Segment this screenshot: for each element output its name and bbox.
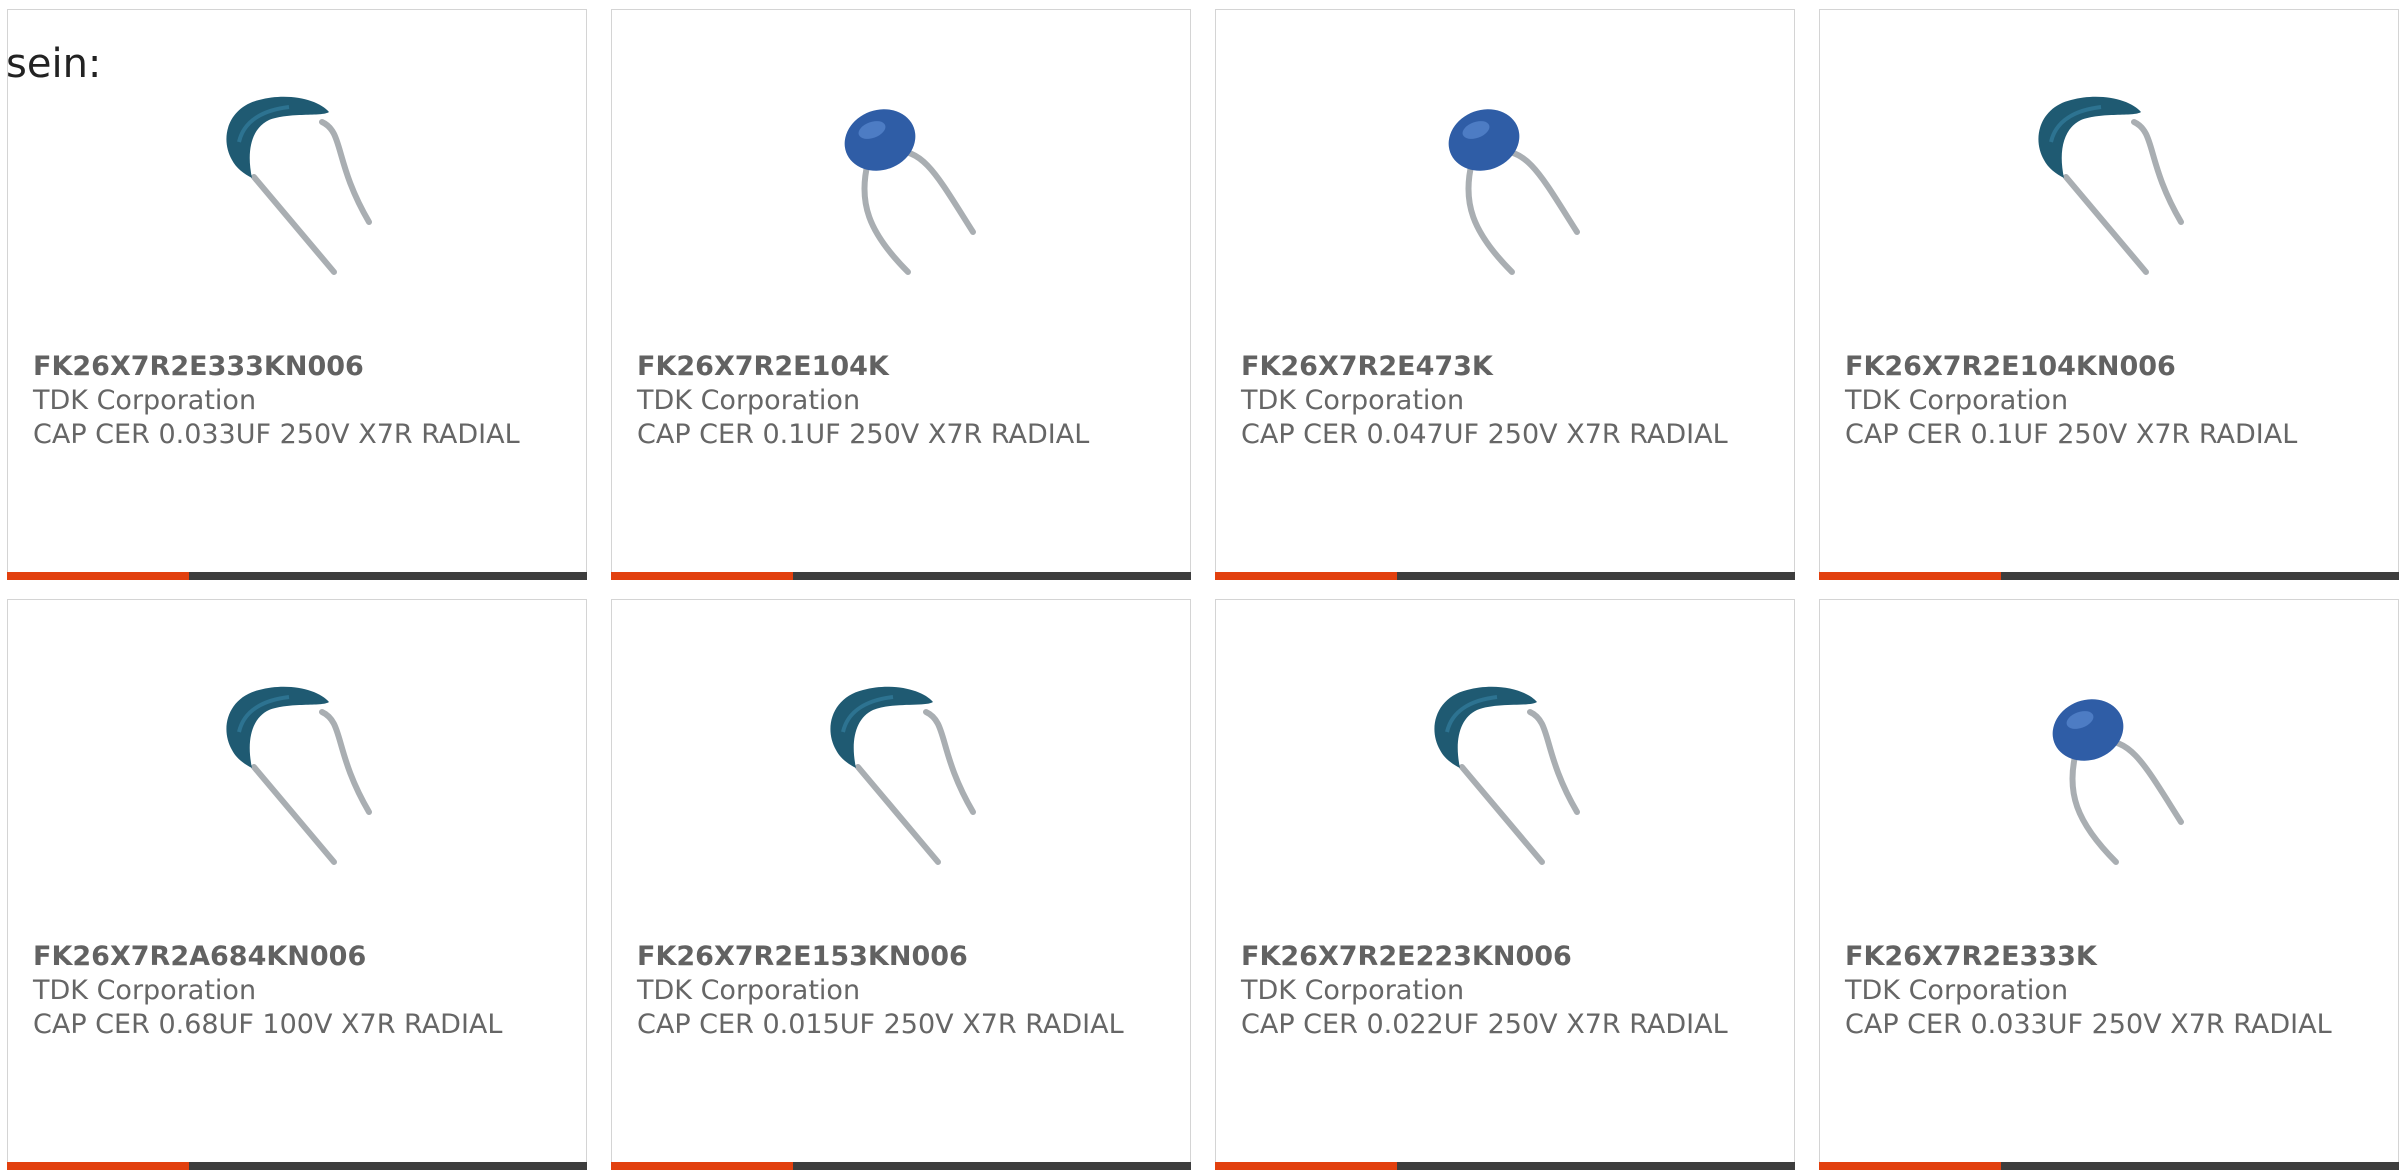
capacitor-teal-large-icon (830, 686, 976, 865)
product-card[interactable]: FK26X7R2E104K TDK Corporation CAP CER 0.… (611, 9, 1191, 580)
capacitor-blue-small-icon (844, 109, 976, 275)
product-image[interactable] (2006, 672, 2216, 882)
card-accent-bar (7, 1162, 587, 1170)
manufacturer: TDK Corporation (637, 975, 861, 1006)
product-image[interactable] (1402, 82, 1612, 292)
card-accent-bar (7, 572, 587, 580)
card-accent-bar (1819, 572, 2399, 580)
capacitor-blue-small-icon (2052, 699, 2184, 865)
card-accent-bar (611, 1162, 1191, 1170)
product-card[interactable]: FK26X7R2E153KN006 TDK Corporation CAP CE… (611, 599, 1191, 1170)
card-accent-bar (1215, 1162, 1795, 1170)
manufacturer: TDK Corporation (33, 385, 257, 416)
product-grid: FK26X7R2E333KN006 TDK Corporation CAP CE… (7, 9, 2400, 1170)
description: CAP CER 0.015UF 250V X7R RADIAL (637, 1009, 1124, 1040)
part-number[interactable]: FK26X7R2E333K (1845, 940, 2345, 974)
product-card[interactable]: FK26X7R2E104KN006 TDK Corporation CAP CE… (1819, 9, 2399, 580)
product-card[interactable]: FK26X7R2E473K TDK Corporation CAP CER 0.… (1215, 9, 1795, 580)
description: CAP CER 0.022UF 250V X7R RADIAL (1241, 1009, 1728, 1040)
manufacturer: TDK Corporation (1845, 975, 2069, 1006)
manufacturer: TDK Corporation (1241, 385, 1465, 416)
description: CAP CER 0.1UF 250V X7R RADIAL (637, 419, 1090, 450)
part-number[interactable]: FK26X7R2E473K (1241, 350, 1741, 384)
description: CAP CER 0.68UF 100V X7R RADIAL (33, 1009, 503, 1040)
product-card[interactable]: FK26X7R2A684KN006 TDK Corporation CAP CE… (7, 599, 587, 1170)
part-number[interactable]: FK26X7R2E104KN006 (1845, 350, 2345, 384)
part-number[interactable]: FK26X7R2E153KN006 (637, 940, 1137, 974)
card-accent-bar (1819, 1162, 2399, 1170)
product-image[interactable] (1402, 672, 1612, 882)
capacitor-teal-large-icon (2038, 96, 2184, 275)
part-number[interactable]: FK26X7R2A684KN006 (33, 940, 533, 974)
intro-text: sein: (6, 41, 102, 87)
product-image[interactable] (2006, 82, 2216, 292)
description: CAP CER 0.047UF 250V X7R RADIAL (1241, 419, 1728, 450)
card-accent-bar (611, 572, 1191, 580)
product-image[interactable] (194, 82, 404, 292)
manufacturer: TDK Corporation (637, 385, 861, 416)
product-image[interactable] (194, 672, 404, 882)
product-image[interactable] (798, 82, 1008, 292)
description: CAP CER 0.1UF 250V X7R RADIAL (1845, 419, 2298, 450)
product-image[interactable] (798, 672, 1008, 882)
product-card[interactable]: FK26X7R2E333K TDK Corporation CAP CER 0.… (1819, 599, 2399, 1170)
part-number[interactable]: FK26X7R2E333KN006 (33, 350, 533, 384)
part-number[interactable]: FK26X7R2E223KN006 (1241, 940, 1741, 974)
capacitor-teal-large-icon (226, 96, 372, 275)
capacitor-blue-small-icon (1448, 109, 1580, 275)
part-number[interactable]: FK26X7R2E104K (637, 350, 1137, 384)
product-card[interactable]: FK26X7R2E223KN006 TDK Corporation CAP CE… (1215, 599, 1795, 1170)
manufacturer: TDK Corporation (1845, 385, 2069, 416)
product-card[interactable]: FK26X7R2E333KN006 TDK Corporation CAP CE… (7, 9, 587, 580)
manufacturer: TDK Corporation (33, 975, 257, 1006)
manufacturer: TDK Corporation (1241, 975, 1465, 1006)
capacitor-teal-large-icon (226, 686, 372, 865)
description: CAP CER 0.033UF 250V X7R RADIAL (1845, 1009, 2332, 1040)
capacitor-teal-large-icon (1434, 686, 1580, 865)
card-accent-bar (1215, 572, 1795, 580)
description: CAP CER 0.033UF 250V X7R RADIAL (33, 419, 520, 450)
